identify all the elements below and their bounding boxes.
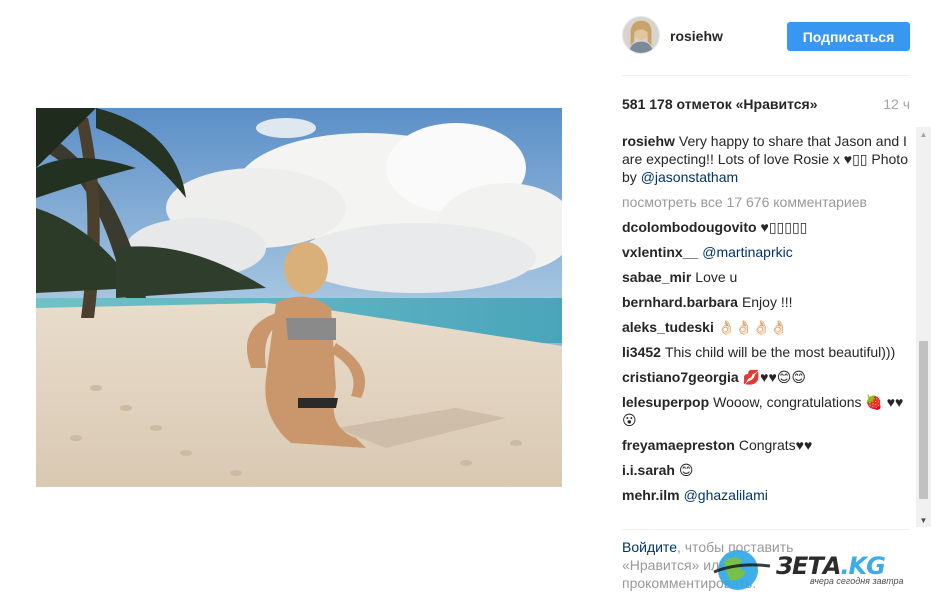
comment-username[interactable]: i.i.sarah — [622, 462, 675, 478]
list-item: lelesuperpop Wooow, congratulations 🍓 ♥♥😮 — [622, 393, 910, 429]
scroll-thumb[interactable] — [919, 341, 928, 499]
comment-username[interactable]: vxlentinx__ — [622, 244, 698, 260]
post-timestamp[interactable]: 12 ч — [883, 96, 910, 112]
comment-username[interactable]: cristiano7georgia — [622, 369, 739, 385]
watermark: ЗЕТА.KG вчера сегодня завтра — [712, 542, 931, 594]
list-item: vxlentinx__ @martinaprkic — [622, 243, 910, 261]
comment-username[interactable]: freyamaepreston — [622, 437, 735, 453]
likes-row: 581 178 отметок «Нравится» 12 ч — [622, 96, 910, 114]
post-photo[interactable] — [36, 108, 562, 487]
comment-username[interactable]: lelesuperpop — [622, 394, 709, 410]
comment-text: ♥▯▯▯▯▯ — [760, 219, 808, 235]
comment-mention[interactable]: @martinaprkic — [702, 244, 792, 260]
comment-text: 👌🏻👌🏻👌🏻👌🏻 — [717, 319, 788, 335]
comment-username[interactable]: aleks_tudeski — [622, 319, 714, 335]
comment-text: Love u — [695, 269, 738, 285]
list-item: i.i.sarah 😊 — [622, 461, 910, 479]
caption: rosiehw Very happy to share that Jason an… — [622, 132, 910, 186]
scroll-down-arrow-icon[interactable]: ▼ — [916, 513, 931, 527]
caption-mention[interactable]: @jasonstatham — [641, 169, 738, 185]
list-item: sabae_mir Love u — [622, 268, 910, 286]
watermark-tagline: вчера сегодня завтра — [810, 576, 904, 586]
comment-text: Congrats♥♥ — [738, 437, 813, 453]
follow-button[interactable]: Подписаться — [787, 22, 910, 51]
comment-username[interactable]: dcolombodougovito — [622, 219, 757, 235]
globe-logo-icon — [713, 550, 771, 590]
comment-mention[interactable]: @ghazalilami — [684, 487, 768, 503]
list-item: li3452 This child will be the most beauti… — [622, 343, 910, 361]
login-link[interactable]: Войдите — [622, 539, 677, 555]
comment-username[interactable]: bernhard.barbara — [622, 294, 738, 310]
list-item: aleks_tudeski 👌🏻👌🏻👌🏻👌🏻 — [622, 318, 910, 336]
post-side-panel: rosiehw Подписаться 581 178 отметок «Нра… — [622, 0, 912, 594]
divider — [622, 75, 910, 76]
divider — [622, 529, 910, 530]
comment-username[interactable]: sabae_mir — [622, 269, 691, 285]
list-item: cristiano7georgia 💋♥♥😊😊 — [622, 368, 910, 386]
list-item: mehr.ilm @ghazalilami — [622, 486, 910, 504]
post-photo-image — [36, 108, 562, 487]
avatar[interactable] — [622, 16, 660, 54]
post-header: rosiehw Подписаться — [622, 16, 910, 58]
comment-text: 💋♥♥😊😊 — [742, 369, 806, 385]
comment-text: This child will be the most beautiful))) — [664, 344, 896, 360]
comment-username[interactable]: mehr.ilm — [622, 487, 680, 503]
comment-username[interactable]: li3452 — [622, 344, 661, 360]
scroll-up-arrow-icon[interactable]: ▲ — [916, 127, 931, 141]
comment-text: 😊 — [678, 462, 694, 478]
list-item: dcolombodougovito ♥▯▯▯▯▯ — [622, 218, 910, 236]
view-all-comments-link[interactable]: посмотреть все 17 676 комментариев — [622, 193, 910, 211]
list-item: freyamaepreston Congrats♥♥ — [622, 436, 910, 454]
comments-scrollbar[interactable]: ▲ ▼ — [916, 127, 931, 527]
username-link[interactable]: rosiehw — [670, 28, 723, 44]
list-item: bernhard.barbara Enjoy !!! — [622, 293, 910, 311]
likes-count[interactable]: 581 178 отметок «Нравится» — [622, 96, 818, 112]
comments-list: rosiehw Very happy to share that Jason an… — [622, 132, 910, 527]
caption-username[interactable]: rosiehw — [622, 133, 675, 149]
comment-text: Enjoy !!! — [741, 294, 793, 310]
